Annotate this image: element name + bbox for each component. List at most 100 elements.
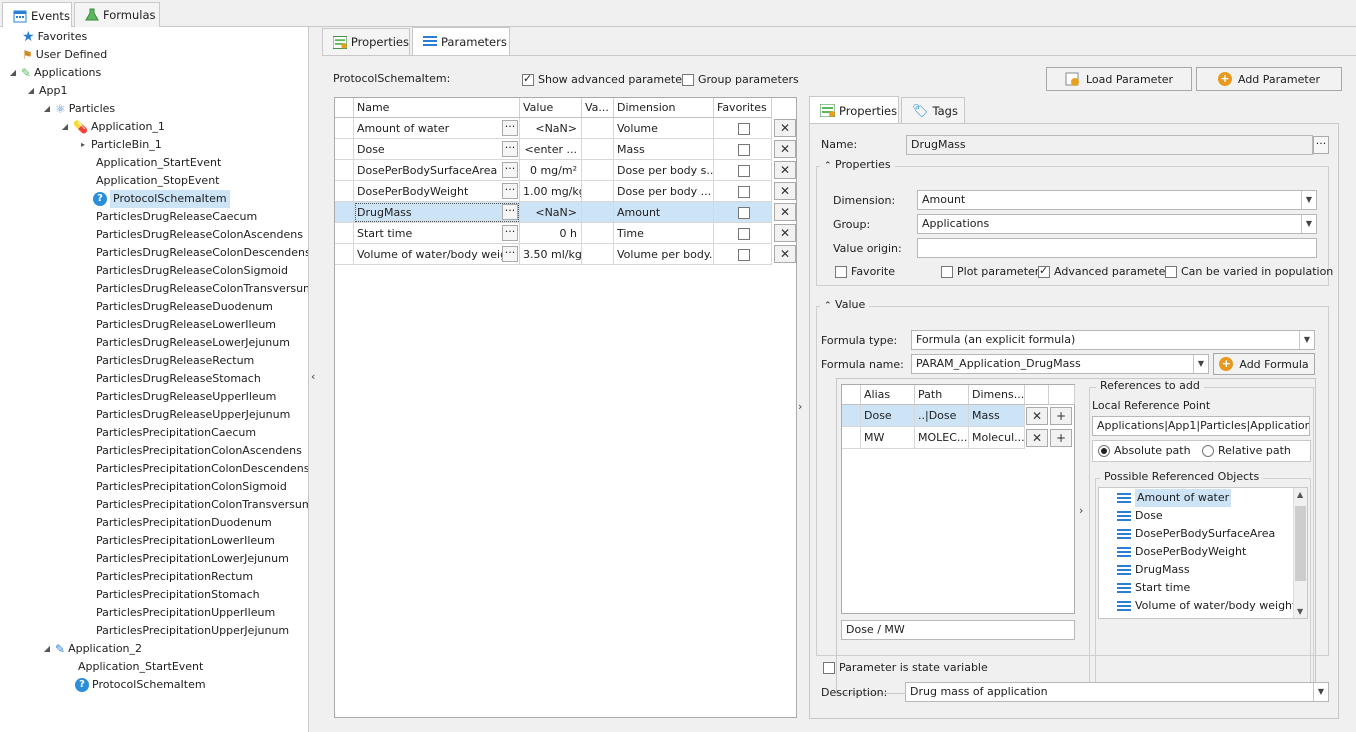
param-va-cell[interactable] — [582, 244, 614, 265]
param-dimension-cell[interactable]: Volume per body... — [614, 244, 714, 265]
tree-node-start-event-2[interactable]: Application_StartEvent — [78, 658, 203, 676]
tree-node-app1[interactable]: ◢ App1 — [26, 82, 68, 100]
chevron-right-icon[interactable]: › — [1079, 504, 1083, 517]
tree-node-event[interactable]: ParticlesDrugReleaseLowerJejunum — [96, 334, 290, 352]
more-button[interactable]: ··· — [502, 246, 518, 262]
group-parameters-checkbox[interactable]: Group parameters — [682, 73, 799, 86]
param-va-cell[interactable] — [582, 202, 614, 223]
collapse-arrow-icon[interactable]: ▸ — [78, 136, 88, 154]
param-favorite-cell[interactable] — [714, 160, 772, 181]
tree-node-event[interactable]: ParticlesPrecipitationColonTransversum — [96, 496, 308, 514]
row-indicator[interactable] — [335, 181, 354, 202]
tree-node-event[interactable]: ParticlesPrecipitationColonDescendens — [96, 460, 308, 478]
tree-node-particlebin-1[interactable]: ▸ ParticleBin_1 — [78, 136, 162, 154]
param-name-cell[interactable]: Volume of water/body weight — [354, 244, 520, 265]
param-favorite-cell[interactable] — [714, 181, 772, 202]
tree-node-event[interactable]: ParticlesPrecipitationRectum — [96, 568, 253, 586]
delete-icon[interactable]: ✕ — [774, 224, 796, 242]
delete-icon[interactable]: ✕ — [1026, 429, 1048, 447]
scroll-down-icon[interactable]: ▼ — [1297, 607, 1303, 616]
tree-node-event[interactable]: ParticlesPrecipitationCaecum — [96, 424, 256, 442]
param-value-cell[interactable]: <enter ... — [520, 139, 582, 160]
favorite-checkbox[interactable]: Favorite — [835, 265, 895, 278]
param-name-cell[interactable]: DosePerBodySurfaceArea — [354, 160, 520, 181]
checkbox-unchecked-icon[interactable] — [738, 144, 750, 156]
param-value-cell[interactable]: 0 mg/m² — [520, 160, 582, 181]
checkbox-unchecked-icon[interactable] — [1165, 265, 1177, 278]
tree-node-event[interactable]: ParticlesDrugReleaseColonDescendens — [96, 244, 308, 262]
possible-object-item[interactable]: Dose — [1117, 507, 1163, 525]
relative-path-radio[interactable]: Relative path — [1202, 444, 1291, 457]
formula-name-select[interactable]: PARAM_Application_DrugMass ▼ — [911, 354, 1209, 374]
delete-icon[interactable]: ✕ — [774, 245, 796, 263]
param-dimension-cell[interactable]: Volume — [614, 118, 714, 139]
advanced-parameter-checkbox[interactable]: Advanced parameter — [1038, 264, 1170, 278]
splitter[interactable]: ‹ — [309, 27, 322, 732]
tree-node-event[interactable]: ParticlesPrecipitationUpperIleum — [96, 604, 275, 622]
expand-arrow-icon[interactable]: ◢ — [8, 64, 18, 82]
expand-arrow-icon[interactable]: ◢ — [26, 82, 36, 100]
group-select[interactable]: Applications ▼ — [917, 214, 1317, 234]
tree-node-user-defined[interactable]: ⚑ User Defined — [22, 46, 107, 64]
load-parameter-button[interactable]: Load Parameter — [1046, 67, 1192, 91]
param-favorite-cell[interactable] — [714, 244, 772, 265]
radio-unselected-icon[interactable] — [1202, 444, 1214, 457]
param-favorite-cell[interactable] — [714, 223, 772, 244]
row-indicator[interactable] — [335, 139, 354, 160]
scroll-thumb[interactable] — [1295, 506, 1306, 581]
param-value-cell[interactable]: 0 h — [520, 223, 582, 244]
checkbox-unchecked-icon[interactable] — [738, 207, 750, 219]
param-dimension-cell[interactable]: Dose per body ... — [614, 181, 714, 202]
tree-node-protocol-schema-item[interactable]: ? ProtocolSchemaItem — [93, 190, 230, 208]
collapse-up-icon[interactable]: ⌃ — [824, 301, 832, 311]
chevron-left-icon[interactable]: ‹ — [311, 370, 315, 383]
add-icon[interactable]: + — [1050, 429, 1072, 447]
tree-node-event[interactable]: ParticlesDrugReleaseLowerIleum — [96, 316, 276, 334]
more-button[interactable]: ··· — [502, 141, 518, 157]
param-value-cell[interactable]: 1.00 mg/kg — [520, 181, 582, 202]
chevron-down-icon[interactable]: ▼ — [1193, 355, 1208, 373]
param-name-cell[interactable]: Start time — [354, 223, 520, 244]
varied-population-checkbox[interactable]: Can be varied in population — [1165, 265, 1333, 278]
more-button[interactable]: ··· — [502, 162, 518, 178]
row-indicator[interactable] — [335, 160, 354, 181]
delete-icon[interactable]: ✕ — [774, 203, 796, 221]
checkbox-unchecked-icon[interactable] — [941, 265, 953, 278]
param-va-cell[interactable] — [582, 139, 614, 160]
ref-dimension-cell[interactable]: Mass — [969, 405, 1025, 427]
tree-node-event[interactable]: ParticlesDrugReleaseRectum — [96, 352, 254, 370]
tree-node-application-2[interactable]: ◢ ✎ Application_2 — [42, 640, 142, 658]
checkbox-unchecked-icon[interactable] — [738, 123, 750, 135]
grid-header-value[interactable]: Value — [520, 98, 582, 118]
grid-header-favorites[interactable]: Favorites — [714, 98, 772, 118]
ref-path-cell[interactable]: ..|Dose — [915, 405, 969, 427]
tree-node-favorites[interactable]: ★ Favorites — [22, 28, 87, 46]
plot-parameter-checkbox[interactable]: Plot parameter — [941, 265, 1039, 278]
expand-arrow-icon[interactable]: ◢ — [60, 118, 70, 136]
value-origin-field[interactable] — [917, 238, 1317, 258]
ref-path-cell[interactable]: MOLEC... — [915, 427, 969, 449]
detail-tab-tags[interactable]: 🏷 Tags — [901, 97, 965, 124]
tree-node-stop-event[interactable]: Application_StopEvent — [96, 172, 219, 190]
state-variable-checkbox[interactable]: Parameter is state variable — [823, 661, 988, 674]
ref-alias-cell[interactable]: MW — [861, 427, 915, 449]
more-button[interactable]: ··· — [502, 120, 518, 136]
tree-node-event[interactable]: ParticlesDrugReleaseColonAscendens — [96, 226, 303, 244]
row-indicator[interactable] — [335, 244, 354, 265]
tree-node-application-1[interactable]: ◢ 💊 Application_1 — [60, 118, 165, 136]
param-value-cell[interactable]: <NaN> — [520, 202, 582, 223]
possible-object-item[interactable]: Amount of water — [1117, 489, 1232, 507]
dimension-select[interactable]: Amount ▼ — [917, 190, 1317, 210]
row-indicator[interactable] — [335, 202, 354, 223]
checkbox-unchecked-icon[interactable] — [738, 186, 750, 198]
checkbox-unchecked-icon[interactable] — [682, 73, 694, 86]
ref-alias-cell[interactable]: Dose — [861, 405, 915, 427]
local-reference-field[interactable]: Applications|App1|Particles|Application_… — [1092, 416, 1310, 436]
grid-header-name[interactable]: Name — [354, 98, 520, 118]
add-parameter-button[interactable]: + Add Parameter — [1196, 67, 1342, 91]
ref-dimension-cell[interactable]: Molecul... — [969, 427, 1025, 449]
formula-text-field[interactable]: Dose / MW — [841, 620, 1075, 640]
chevron-down-icon[interactable]: ▼ — [1301, 191, 1316, 209]
param-dimension-cell[interactable]: Dose per body s... — [614, 160, 714, 181]
chevron-right-icon[interactable]: › — [798, 400, 802, 413]
